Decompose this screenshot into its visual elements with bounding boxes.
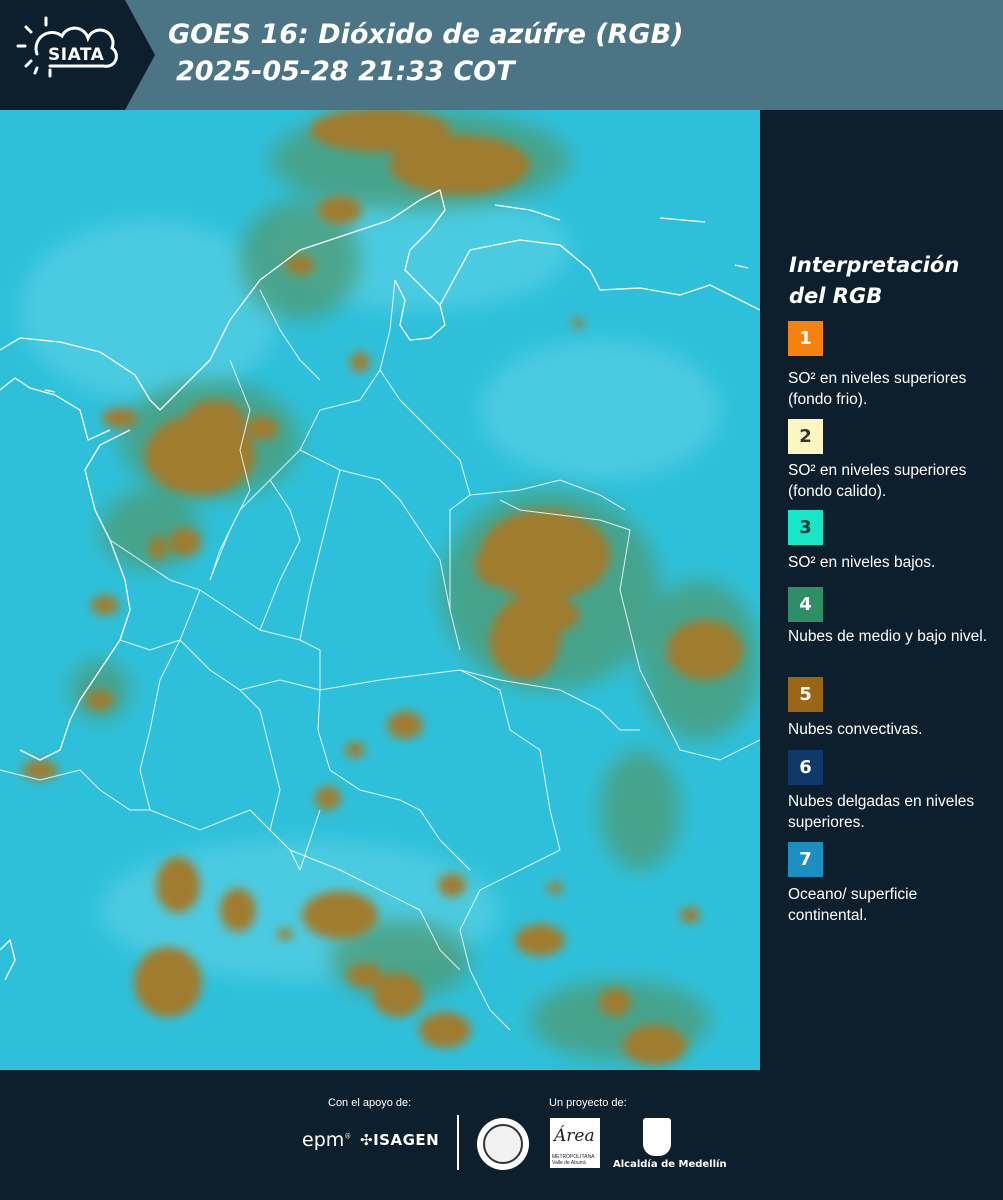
legend-label-6: Nubes delgadas en niveles superiores.	[788, 793, 975, 831]
footer-sponsors: Con el apoyo de: Un proyecto de: epm® ✣I…	[0, 1070, 1003, 1200]
legend-title-line1: Interpretación	[789, 253, 960, 277]
legend-swatch-4: 4	[788, 587, 823, 622]
page-title: GOES 16: Dióxido de azúfre (RGB) 2025-05…	[168, 16, 684, 90]
support-label: Con el apoyo de:	[328, 1097, 412, 1109]
satellite-map	[0, 110, 760, 1070]
legend-label-2: SO² en niveles superiores (fondo calido)…	[788, 462, 967, 500]
title-product: GOES 16: Dióxido de azúfre (RGB)	[168, 19, 684, 50]
area-logo-text: Área	[554, 1126, 595, 1146]
alcaldia-medellin-label: Alcaldía de Medellín	[613, 1159, 727, 1170]
epm-logo: epm®	[302, 1129, 352, 1151]
legend-label-1: SO² en niveles superiores (fondo frio).	[788, 370, 967, 408]
isagen-logo-text: ISAGEN	[373, 1131, 440, 1149]
siata-logo-text: SIATA	[48, 45, 105, 65]
epm-logo-text: epm	[302, 1129, 345, 1151]
legend-title: Interpretación del RGB	[789, 250, 959, 312]
legend-label-5: Nubes convectivas.	[788, 721, 923, 738]
legend-label-4: Nubes de medio y bajo nivel.	[788, 628, 988, 645]
legend-swatch-6: 6	[788, 750, 823, 785]
isagen-logo: ✣ISAGEN	[360, 1131, 439, 1149]
rgb-legend-panel: Interpretación del RGB 1 SO² en niveles …	[760, 110, 1003, 1070]
legend-swatch-2: 2	[788, 419, 823, 454]
isagen-mark-icon: ✣	[360, 1131, 374, 1149]
legend-title-line2: del RGB	[789, 284, 883, 308]
legend-swatch-1: 1	[788, 321, 823, 356]
legend-label-3: SO² en niveles bajos.	[788, 554, 936, 571]
universidad-seal-logo	[477, 1118, 529, 1170]
siata-logo: SIATA	[0, 0, 155, 110]
medellin-shield-icon	[643, 1118, 671, 1156]
legend-swatch-7: 7	[788, 842, 823, 877]
legend-swatch-5: 5	[788, 677, 823, 712]
legend-swatch-3: 3	[788, 510, 823, 545]
area-metropolitana-logo: Área METROPOLITANA Valle de Aburrá	[550, 1118, 600, 1168]
legend-label-7: Oceano/ superficie continental.	[788, 886, 918, 924]
header-bar: SIATA GOES 16: Dióxido de azúfre (RGB) 2…	[0, 0, 1003, 110]
area-logo-subtext: METROPOLITANA Valle de Aburrá	[552, 1154, 595, 1166]
title-timestamp: 2025-05-28 21:33 COT	[176, 56, 515, 87]
footer-divider	[457, 1115, 459, 1170]
project-label: Un proyecto de:	[549, 1097, 627, 1109]
